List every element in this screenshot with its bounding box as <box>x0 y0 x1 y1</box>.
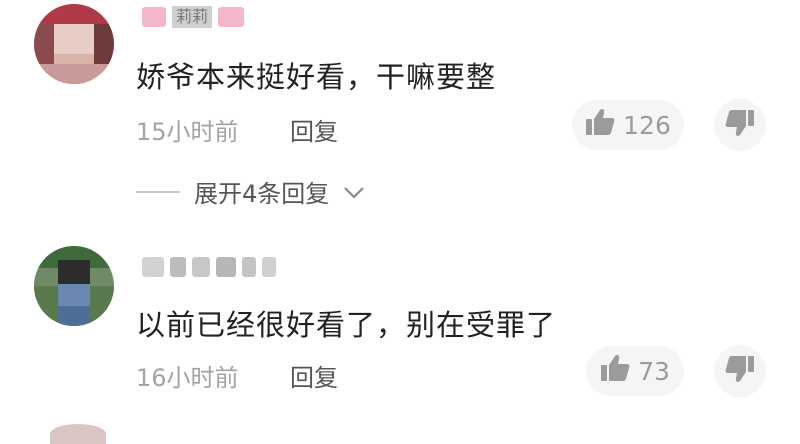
thumbs-up-icon <box>585 108 615 142</box>
thumbs-down-icon <box>725 109 755 141</box>
chevron-down-icon <box>343 178 365 206</box>
username-blur <box>262 257 276 277</box>
username-text: 莉莉 <box>172 6 213 28</box>
reply-button[interactable]: 回复 <box>290 112 338 147</box>
expand-replies-label: 展开4条回复 <box>194 180 330 208</box>
like-button[interactable]: 126 <box>572 100 684 150</box>
like-count: 73 <box>638 356 670 386</box>
like-count: 126 <box>623 110 671 140</box>
expand-replies-button[interactable]: 展开4条回复 <box>136 174 365 209</box>
like-button[interactable]: 73 <box>586 346 684 396</box>
username-decoration-left <box>142 7 166 27</box>
dislike-button[interactable] <box>714 99 766 151</box>
username-decoration-right <box>218 7 245 27</box>
comment-item: 以前已经很好看了，别在受罪了 16小时前 回复 73 <box>0 240 800 410</box>
username-blur <box>142 257 164 277</box>
username[interactable] <box>142 254 276 280</box>
avatar[interactable] <box>34 246 114 326</box>
reply-button[interactable]: 回复 <box>290 358 338 393</box>
dislike-button[interactable] <box>714 345 766 397</box>
comment-text: 以前已经很好看了，别在受罪了 <box>136 308 557 342</box>
username[interactable]: 莉莉 <box>142 4 245 30</box>
username-blur <box>242 257 256 277</box>
comment-text: 娇爷本来挺好看，干嘛要整 <box>136 60 497 94</box>
comment-time: 15小时前 <box>136 118 239 146</box>
divider-line <box>136 190 180 193</box>
avatar[interactable] <box>50 424 106 444</box>
username-blur <box>192 257 210 277</box>
avatar[interactable] <box>34 4 114 84</box>
thumbs-down-icon <box>725 355 755 387</box>
username-blur <box>216 257 236 277</box>
comment-item: 莉莉 娇爷本来挺好看，干嘛要整 15小时前 回复 126 展开4条回复 <box>0 0 800 215</box>
thumbs-up-icon <box>600 354 630 388</box>
comment-time: 16小时前 <box>136 364 239 392</box>
username-blur <box>170 257 186 277</box>
